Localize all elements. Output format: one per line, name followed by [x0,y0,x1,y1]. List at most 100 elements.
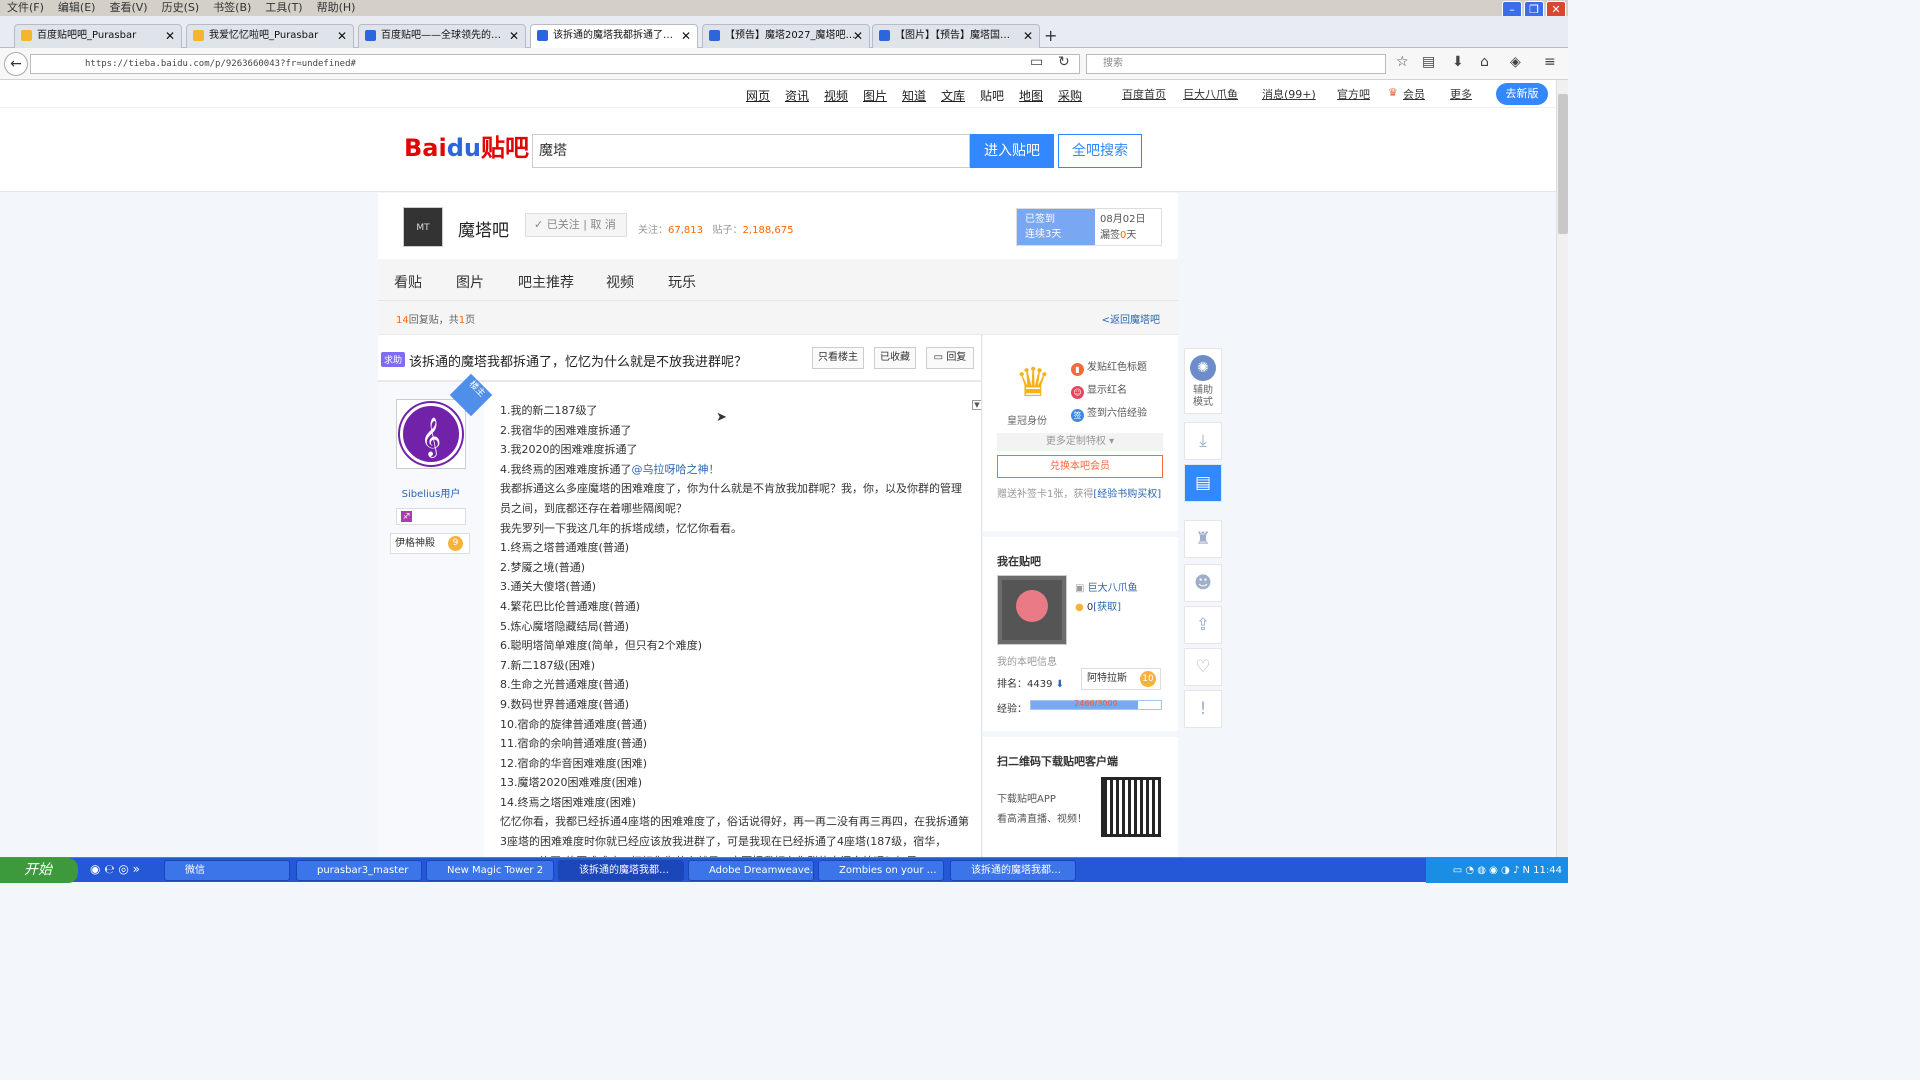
tab-video[interactable]: 视频 [606,272,634,292]
close-tab-icon[interactable]: ✕ [165,25,175,47]
enter-forum-button[interactable]: 进入贴吧 [970,134,1054,168]
link-video[interactable]: 视频 [824,87,848,104]
taskbar-item-firefox[interactable]: 该拆通的魔塔我都… [558,860,684,881]
my-name[interactable]: ▣ 巨大八爪鱼 [1075,579,1138,594]
link-map[interactable]: 地图 [1019,87,1043,104]
hamburger-menu-icon[interactable]: ≡ [1544,54,1556,70]
reload-icon[interactable]: ↻ [1058,54,1070,70]
like-button[interactable]: ♡ [1184,648,1222,686]
taskbar-item-wechat[interactable]: 微信 [164,860,290,881]
more-link[interactable]: 更多 [1450,86,1472,102]
tab-pictures[interactable]: 图片 [456,272,484,292]
user-mention-link[interactable]: @乌拉呀哈之神！ [632,463,720,476]
owner-only-button[interactable]: 只看楼主 [812,347,864,369]
browser-tab-active[interactable]: 该拆通的魔塔我都拆通了… ✕ [530,24,698,49]
close-tab-icon[interactable]: ✕ [853,25,863,47]
my-avatar[interactable] [997,575,1067,645]
taskbar-item-browser[interactable]: 该拆通的魔塔我都… [950,860,1076,881]
quicklaunch-icons[interactable]: ◉ ℮ ◎ » [90,862,140,876]
reply-button[interactable]: ▭ 回复 [926,347,974,369]
bookmarks-list-icon[interactable]: ▤ [1422,54,1435,70]
menu-view[interactable]: 查看(V) [102,0,154,16]
link-images[interactable]: 图片 [863,87,887,104]
author-level[interactable]: 伊格神殿 9 [390,533,470,554]
home-icon[interactable]: ⌂ [1480,54,1489,70]
official-link[interactable]: 官方吧 [1337,86,1370,102]
privilege-red-title[interactable]: ▮ 发贴红色标题 [1071,358,1147,376]
link-shopping[interactable]: 采购 [1058,87,1082,104]
follow-toggle-button[interactable]: ✓ 已关注 | 取 消 [525,213,627,237]
assist-mode-button[interactable]: ✺ 辅助 模式 [1184,348,1222,414]
share-button[interactable]: ⇪ [1184,606,1222,644]
messages-link[interactable]: 消息(99+) [1262,86,1316,102]
link-zhidao[interactable]: 知道 [902,87,926,104]
privilege-red-name[interactable]: ☺ 显示红名 [1071,381,1127,399]
url-bar[interactable]: https://tieba.baidu.com/p/9263660043?fr=… [30,54,1080,74]
menu-edit[interactable]: 编辑(E) [51,0,103,16]
taskbar-item-folder[interactable]: purasbar3_master [296,860,422,881]
close-tab-icon[interactable]: ✕ [1023,25,1033,47]
link-web[interactable]: 网页 [746,87,770,104]
all-forum-search-button[interactable]: 全吧搜索 [1058,134,1142,168]
new-version-button[interactable]: 去新版 [1496,83,1548,105]
scrollbar-thumb[interactable] [1558,94,1568,234]
menu-file[interactable]: 文件(F) [0,0,51,16]
baidu-home-link[interactable]: 百度首页 [1122,86,1166,102]
bonus-link[interactable]: [经验书购买权] [1093,489,1161,500]
taskbar-item-folder[interactable]: New Magic Tower 2 [426,860,554,881]
vertical-scrollbar[interactable] [1556,80,1568,857]
pocket-icon[interactable]: ◈ [1510,54,1521,70]
start-button[interactable]: 开始 [0,858,78,883]
close-tab-icon[interactable]: ✕ [681,25,691,47]
browser-tab[interactable]: 【预告】魔塔2027_魔塔吧… ✕ [702,24,870,48]
get-coins-link[interactable]: [获取] [1093,602,1121,613]
tieba-search-input[interactable]: 魔塔 [532,134,970,168]
tray-icons[interactable]: ▭ ◔ ◍ ◉ ◑ ♪ N [1453,865,1533,876]
tieba-logo[interactable]: Baidu贴吧 [404,128,529,163]
saved-button[interactable]: 已收藏 [874,347,916,369]
menu-tools[interactable]: 工具(T) [258,0,309,16]
browser-tab[interactable]: 百度贴吧——全球领先的… ✕ [358,24,526,48]
taskbar-item-zombies[interactable]: Zombies on your … [818,860,944,881]
link-news[interactable]: 资讯 [785,87,809,104]
taskbar-item-dreamweaver[interactable]: Adobe Dreamweave… [688,860,814,881]
user-name-link[interactable]: 巨大八爪鱼 [1183,86,1238,102]
link-tieba[interactable]: 贴吧 [980,87,1004,104]
back-to-forum-link[interactable]: <返回魔塔吧 [1102,311,1160,326]
forum-avatar[interactable]: MT [403,207,443,247]
menu-bookmarks[interactable]: 书签(B) [206,0,258,16]
close-tab-icon[interactable]: ✕ [337,25,347,47]
bookmark-star-icon[interactable]: ☆ [1396,54,1409,70]
reader-view-icon[interactable]: ▭ [1030,54,1043,70]
my-level[interactable]: 阿特拉斯 10 [1081,668,1161,690]
signed-in-button[interactable]: 已签到 连续3天 [1017,209,1095,245]
download-icon[interactable]: ⬇ [1452,54,1464,70]
comment-button[interactable]: ▤ [1184,464,1222,502]
browser-search-input[interactable]: 搜索 [1086,54,1386,74]
tab-threads[interactable]: 看贴 [394,272,422,292]
new-tab-icon[interactable]: + [1044,26,1057,45]
privilege-six-exp[interactable]: 签签到六倍经验 [1071,404,1147,422]
forum-name[interactable]: 魔塔吧 [458,216,509,241]
tab-recommend[interactable]: 吧主推荐 [518,272,574,292]
post-menu-dropdown-icon[interactable]: ▼ [972,400,981,410]
author-avatar[interactable]: 𝄞 [396,399,466,469]
back-button[interactable]: ← [4,52,28,76]
menu-history[interactable]: 历史(S) [155,0,207,16]
browser-tab[interactable]: 百度贴吧吧_Purasbar ✕ [14,24,182,48]
menu-help[interactable]: 帮助(H) [310,0,363,16]
link-wenku[interactable]: 文库 [941,87,965,104]
close-tab-icon[interactable]: ✕ [509,25,519,47]
browser-tab[interactable]: 我爱忆忆啦吧_Purasbar ✕ [186,24,354,48]
member-link[interactable]: 会员 [1403,86,1425,102]
tab-fun[interactable]: 玩乐 [668,272,696,292]
mascot-button[interactable]: ☻ [1184,564,1222,602]
download-app-button[interactable]: ⤓ [1184,422,1222,460]
more-privileges-link[interactable]: 更多定制特权 ▾ [997,433,1163,451]
browser-tab[interactable]: 【图片】【预告】魔塔国… ✕ [872,24,1040,48]
crown-icon[interactable]: ♛ [1007,355,1059,411]
author-name[interactable]: Sibelius用户 [378,485,484,500]
report-button[interactable]: ! [1184,690,1222,728]
exchange-member-button[interactable]: 兑换本吧会员 [997,455,1163,478]
magic-hat-button[interactable]: ♜ [1184,520,1222,558]
